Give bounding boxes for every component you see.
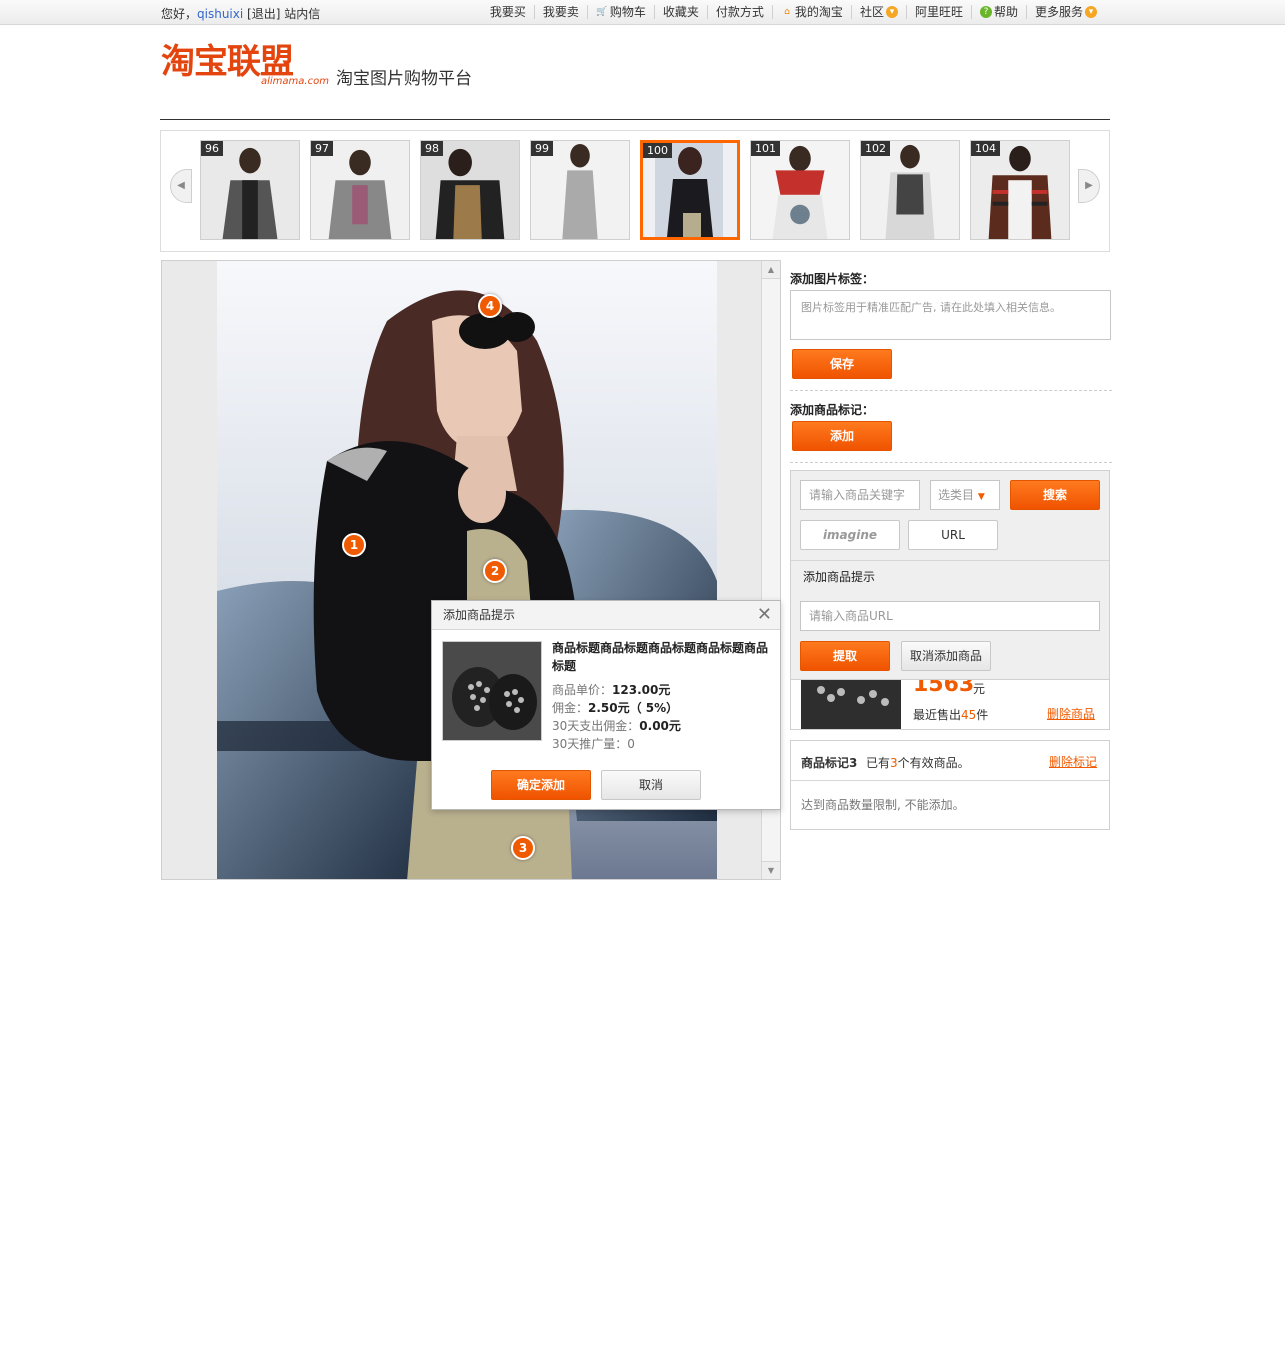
delete-marker-link[interactable]: 删除标记 [1049, 753, 1097, 770]
marker-3-title: 商品标记3 [801, 756, 858, 770]
product-mark-label: 添加商品标记： [790, 403, 875, 417]
product-marker[interactable]: 1 [342, 533, 366, 557]
nav-cart[interactable]: 🛒 购物车 [586, 5, 654, 19]
chevron-left-icon: ◀ [177, 180, 185, 191]
product-price: 1563 [913, 680, 975, 697]
site-title: 淘宝图片购物平台 [336, 69, 472, 89]
product-card: 1563 元 最近售出45件 删除商品 [790, 680, 1110, 730]
marker-3-info: 已有3个有效商品。 [866, 756, 970, 770]
home-icon: ⌂ [784, 7, 790, 17]
category-select[interactable]: 选类目 ▼ [930, 480, 1000, 510]
carousel-thumb[interactable]: 102 [860, 140, 960, 240]
keyword-input[interactable]: 请输入商品关键字 [800, 480, 920, 510]
thumb-number: 98 [421, 141, 443, 156]
help-icon: ? [979, 6, 992, 18]
close-icon[interactable]: ✕ [757, 606, 772, 624]
nav-community[interactable]: 社区 ▾ [850, 5, 906, 19]
carousel-thumb[interactable]: 97 [310, 140, 410, 240]
product-marker[interactable]: 2 [483, 559, 507, 583]
scroll-up-icon[interactable]: ▲ [762, 261, 780, 279]
commission-row: 佣金：2.50元（ 5%） [552, 701, 679, 715]
chevron-down-icon: ▾ [885, 6, 898, 18]
chevron-down-icon: ▾ [1085, 6, 1097, 18]
logout-link[interactable]: [退出] [247, 7, 280, 21]
dialog-title: 添加商品提示 [432, 601, 780, 630]
image-tag-textarea[interactable]: 图片标签用于精准匹配广告, 请在此处填入相关信息。 [790, 290, 1111, 340]
thumb-number: 97 [311, 141, 333, 156]
top-navigation-bar: 您好，qishuixi [退出] 站内信 我要买 我要卖 🛒 购物车 收藏夹 付款… [0, 0, 1285, 25]
cancel-add-product-button[interactable]: 取消添加商品 [901, 641, 991, 671]
nav-payment[interactable]: 付款方式 [706, 5, 772, 19]
add-product-hint-title: 添加商品提示 [803, 570, 876, 584]
user-greeting: 您好，qishuixi [退出] 站内信 [161, 5, 320, 22]
thumb-number: 99 [531, 141, 553, 156]
expense-row: 30天支出佣金：0.00元 [552, 719, 681, 733]
product-card-image [801, 680, 901, 729]
thumb-number: 102 [861, 141, 890, 156]
thumb-number: 100 [643, 143, 672, 158]
carousel-thumb[interactable]: 98 [420, 140, 520, 240]
section-divider [790, 462, 1112, 463]
product-marker-3-box: 商品标记3 已有3个有效商品。 删除标记 达到商品数量限制, 不能添加。 [790, 740, 1110, 830]
product-thumbnail [442, 641, 542, 741]
search-button[interactable]: 搜索 [1010, 480, 1100, 510]
save-button[interactable]: 保存 [792, 349, 892, 379]
recent-sales: 最近售出45件 [913, 708, 989, 722]
product-title: 商品标题商品标题商品标题商品标题商品标题 [552, 641, 769, 673]
logo-domain: alimama.com [261, 76, 329, 87]
promotion-row: 30天推广量：0 [552, 737, 635, 751]
ring-image [443, 642, 541, 740]
price-unit: 元 [973, 682, 986, 696]
chevron-right-icon: ▶ [1085, 180, 1093, 191]
thumb-number: 101 [751, 141, 780, 156]
scroll-down-icon[interactable]: ▼ [762, 861, 780, 879]
add-product-dialog: 添加商品提示 ✕ 商品标题商品标题商品标题商品标题商品标题 商品单价：123.0… [431, 600, 781, 810]
greeting-text: 您好， [161, 7, 198, 21]
cart-icon: 🛒 [596, 7, 608, 17]
thumb-number: 96 [201, 141, 223, 156]
imagine-tab[interactable]: imagine [800, 520, 900, 550]
product-marker[interactable]: 3 [511, 836, 535, 860]
delete-product-link[interactable]: 删除商品 [1047, 705, 1095, 722]
nav-help[interactable]: ? 帮助 [970, 5, 1026, 19]
carousel-prev-button[interactable]: ◀ [170, 169, 192, 203]
product-url-input[interactable]: 请输入商品URL [800, 601, 1100, 631]
thumb-number: 104 [971, 141, 1000, 156]
section-divider [790, 390, 1112, 391]
carousel-thumb[interactable]: 96 [200, 140, 300, 240]
product-marker[interactable]: 4 [478, 294, 502, 318]
ring-image [801, 680, 901, 729]
nav-favorites[interactable]: 收藏夹 [653, 5, 707, 19]
confirm-add-button[interactable]: 确定添加 [491, 770, 591, 800]
cancel-button[interactable]: 取消 [601, 770, 701, 800]
product-search-box: 请输入商品关键字 选类目 ▼ 搜索 imagine URL 添加商品提示 请输入… [790, 470, 1110, 680]
add-button[interactable]: 添加 [792, 421, 892, 451]
nav-sell[interactable]: 我要卖 [533, 5, 587, 19]
search-box-divider [791, 560, 1109, 561]
nav-my-taobao[interactable]: ⌂ 我的淘宝 [771, 5, 851, 19]
carousel-thumb-selected[interactable]: 100 [640, 140, 740, 240]
carousel-next-button[interactable]: ▶ [1078, 169, 1100, 203]
marker-3-header: 商品标记3 已有3个有效商品。 删除标记 [791, 741, 1109, 781]
messages-link[interactable]: 站内信 [284, 7, 320, 21]
top-nav-links: 我要买 我要卖 🛒 购物车 收藏夹 付款方式 ⌂ 我的淘宝 社区 ▾ 阿里旺旺 ? 帮助… [482, 5, 1105, 19]
url-tab[interactable]: URL [908, 520, 998, 550]
header-divider [160, 119, 1110, 120]
nav-buy[interactable]: 我要买 [482, 5, 534, 19]
nav-more-services[interactable]: 更多服务 ▾ [1025, 5, 1105, 19]
dropdown-arrow-icon: ▼ [977, 492, 985, 502]
nav-wangwang[interactable]: 阿里旺旺 [905, 5, 971, 19]
image-carousel: ◀ ▶ 96 97 98 99 100 101 102 104 [160, 130, 1110, 252]
unit-price-row: 商品单价：123.00元 [552, 683, 671, 697]
alimama-logo[interactable]: 淘宝联盟 alimama.com [161, 40, 329, 90]
carousel-thumb[interactable]: 101 [750, 140, 850, 240]
fetch-button[interactable]: 提取 [800, 641, 890, 671]
limit-note: 达到商品数量限制, 不能添加。 [801, 798, 965, 812]
username-link[interactable]: qishuixi [197, 7, 243, 21]
carousel-thumb[interactable]: 99 [530, 140, 630, 240]
image-tag-label: 添加图片标签： [790, 272, 875, 286]
carousel-thumb[interactable]: 104 [970, 140, 1070, 240]
